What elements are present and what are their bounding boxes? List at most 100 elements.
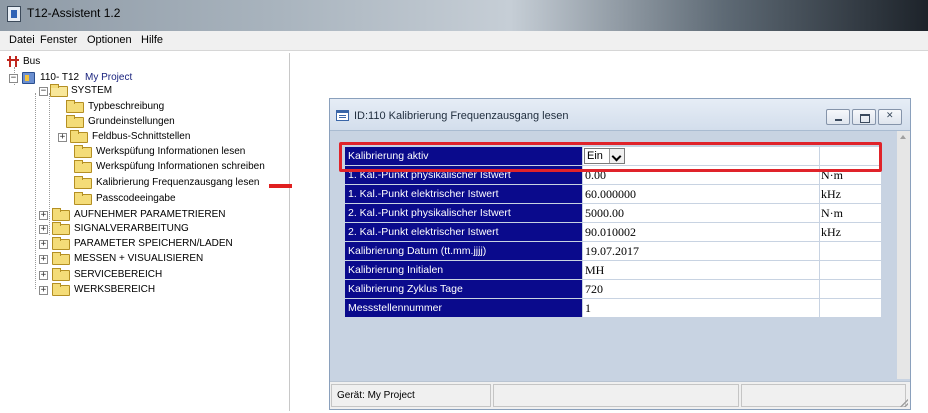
row-label: 2. Kal.-Punkt physikalischer Istwert: [345, 204, 582, 222]
tree-item-werksbereich[interactable]: + WERKSBEREICH: [3, 283, 203, 296]
window-title: T12-Assistent 1.2: [27, 6, 121, 20]
folder-open-icon: [50, 84, 68, 97]
menu-datei[interactable]: Datei: [9, 34, 35, 46]
row-value[interactable]: 60.000000: [583, 185, 819, 203]
grid-row: Kalibrierung Datum (tt.mm.jjjj) 19.07.20…: [345, 242, 881, 261]
row-value[interactable]: 1: [583, 299, 819, 317]
row-label: Messstellennummer: [345, 299, 582, 317]
tree-label: PARAMETER SPEICHERN/LADEN: [74, 238, 233, 249]
menu-optionen[interactable]: Optionen: [87, 34, 132, 46]
tree-item-grundeinstellungen[interactable]: Grundeinstellungen: [3, 115, 233, 128]
folder-icon: [52, 208, 70, 221]
row-label: Kalibrierung Zyklus Tage: [345, 280, 582, 298]
row-value[interactable]: 19.07.2017: [583, 242, 819, 260]
grid-row: Kalibrierung Zyklus Tage 720: [345, 280, 881, 299]
tree-item-system[interactable]: − SYSTEM: [3, 84, 123, 97]
menu-fenster[interactable]: Fenster: [40, 34, 77, 46]
tree-label: Passcodeeingabe: [96, 193, 176, 204]
tree-item-messen-visualisieren[interactable]: + MESSEN + VISUALISIEREN: [3, 252, 233, 265]
red-highlight-annotation: [339, 142, 882, 172]
status-segment: [493, 384, 739, 407]
child-title-bar[interactable]: ID:110 Kalibrierung Frequenzausgang lese…: [330, 99, 910, 131]
tree-label: MESSEN + VISUALISIEREN: [74, 253, 204, 264]
expand-icon[interactable]: +: [58, 133, 67, 142]
device-icon: [22, 72, 35, 84]
folder-icon: [52, 237, 70, 250]
collapse-icon[interactable]: −: [9, 74, 18, 83]
row-value[interactable]: 720: [583, 280, 819, 298]
tree-item-servicebereich[interactable]: + SERVICEBEREICH: [3, 268, 203, 281]
grid-row: Kalibrierung Initialen MH: [345, 261, 881, 280]
folder-icon: [70, 130, 88, 143]
tree-item-werkspruefung-schreiben[interactable]: Werkspüfung Informationen schreiben: [3, 160, 283, 173]
tree-item-kalibrierung-frequenzausgang[interactable]: Kalibrierung Frequenzausgang lesen: [3, 176, 269, 189]
tree-label: SERVICEBEREICH: [74, 269, 163, 280]
tree-item-typbeschreibung[interactable]: Typbeschreibung: [3, 100, 233, 113]
row-value[interactable]: MH: [583, 261, 819, 279]
expand-icon[interactable]: +: [39, 211, 48, 220]
grid-row: 2. Kal.-Punkt elektrischer Istwert 90.01…: [345, 223, 881, 242]
tree-label: Werkspüfung Informationen lesen: [96, 146, 246, 157]
grid-row: 2. Kal.-Punkt physikalischer Istwert 500…: [345, 204, 881, 223]
device-project: My Project: [85, 72, 133, 83]
navigation-tree: Bus − 110- T12 My Project − SYSTEM Typbe…: [3, 53, 290, 411]
status-bar: Gerät: My Project: [330, 381, 910, 409]
tree-item-werkspruefung-lesen[interactable]: Werkspüfung Informationen lesen: [3, 145, 263, 158]
tree-label: Feldbus-Schnittstellen: [92, 131, 191, 142]
row-value[interactable]: 5000.00: [583, 204, 819, 222]
collapse-icon[interactable]: −: [39, 87, 48, 96]
device-id: 110- T12: [40, 72, 80, 83]
app-window: T12-Assistent 1.2 Datei Fenster Optionen…: [0, 0, 928, 413]
tree-label: Werkspüfung Informationen schreiben: [96, 161, 265, 172]
menu-bar: Datei Fenster Optionen Hilfe: [0, 31, 928, 51]
tree-item-device[interactable]: − 110- T12 My Project: [3, 72, 143, 84]
row-unit: [820, 280, 881, 298]
row-label: 1. Kal.-Punkt elektrischer Istwert: [345, 185, 582, 203]
tree-item-signalverarbeitung[interactable]: + SIGNALVERARBEITUNG: [3, 222, 203, 235]
expand-icon[interactable]: +: [39, 225, 48, 234]
row-unit: [820, 261, 881, 279]
child-window-title: ID:110 Kalibrierung Frequenzausgang lese…: [354, 110, 569, 122]
row-unit: [820, 299, 881, 317]
folder-icon: [66, 100, 84, 113]
tree-item-passcodeeingabe[interactable]: Passcodeeingabe: [3, 192, 203, 205]
tree-item-aufnehmer[interactable]: + AUFNEHMER PARAMETRIEREN: [3, 208, 263, 221]
scroll-up-icon[interactable]: [900, 135, 906, 139]
parameter-grid: Kalibrierung aktiv Ein 1. Kal.-Punkt phy…: [345, 147, 881, 317]
tree-label: SYSTEM: [71, 85, 113, 96]
close-button[interactable]: [878, 109, 902, 125]
title-bar: T12-Assistent 1.2: [0, 0, 928, 31]
app-icon: [7, 6, 21, 22]
menu-hilfe[interactable]: Hilfe: [141, 34, 163, 46]
expand-icon[interactable]: +: [39, 240, 48, 249]
bus-icon: [7, 56, 19, 68]
row-label: 2. Kal.-Punkt elektrischer Istwert: [345, 223, 582, 241]
folder-icon: [74, 145, 92, 158]
expand-icon[interactable]: +: [39, 255, 48, 264]
row-unit: N·m: [820, 204, 881, 222]
tree-label: Grundeinstellungen: [88, 116, 175, 127]
row-label: Kalibrierung Initialen: [345, 261, 582, 279]
folder-icon: [74, 176, 92, 189]
tree-label: WERKSBEREICH: [74, 284, 156, 295]
tree-item-feldbus[interactable]: + Feldbus-Schnittstellen: [3, 130, 233, 143]
expand-icon[interactable]: +: [39, 286, 48, 295]
tree-item-parameter-speichern[interactable]: + PARAMETER SPEICHERN/LADEN: [3, 237, 233, 250]
grid-row: 1. Kal.-Punkt elektrischer Istwert 60.00…: [345, 185, 881, 204]
maximize-button[interactable]: [852, 109, 876, 125]
vertical-scrollbar[interactable]: [897, 131, 910, 379]
row-value[interactable]: 90.010002: [583, 223, 819, 241]
folder-icon: [52, 252, 70, 265]
row-unit: kHz: [820, 223, 881, 241]
tree-item-bus[interactable]: Bus: [3, 56, 83, 68]
minimize-button[interactable]: [826, 109, 850, 125]
table-window-icon: [336, 110, 349, 121]
status-segment: [741, 384, 906, 407]
folder-icon: [52, 268, 70, 281]
resize-grip-icon[interactable]: [898, 397, 908, 407]
folder-icon: [66, 115, 84, 128]
folder-icon: [52, 283, 70, 296]
expand-icon[interactable]: +: [39, 271, 48, 280]
row-label: Kalibrierung Datum (tt.mm.jjjj): [345, 242, 582, 260]
row-unit: [820, 242, 881, 260]
